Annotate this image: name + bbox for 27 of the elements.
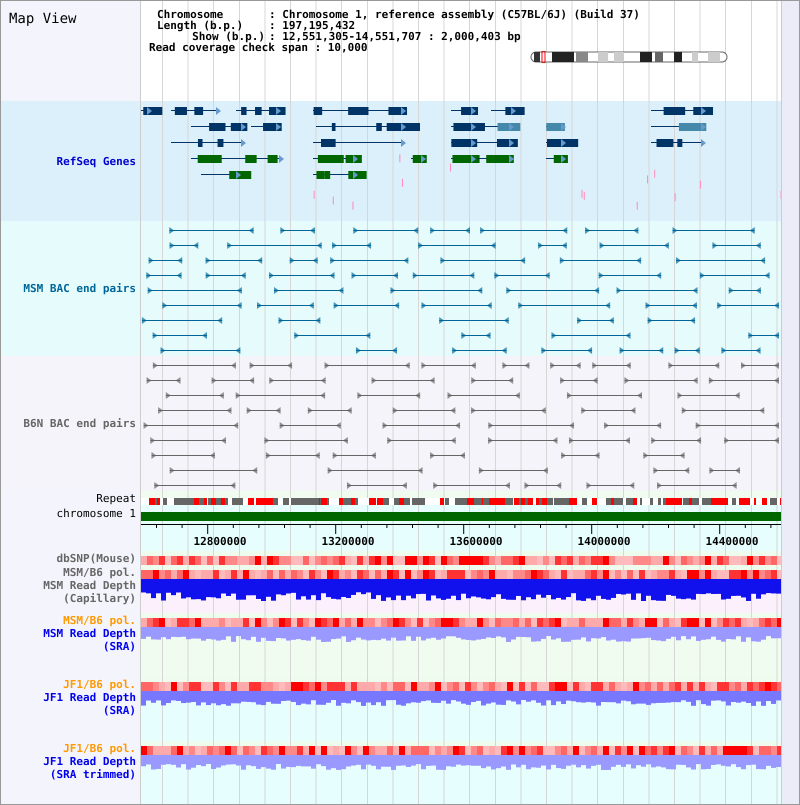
info-label: Chromosome: [157, 9, 224, 20]
track-label: JF1/B6 pol.: [63, 678, 136, 690]
track-label: dbSNP(Mouse): [56, 552, 136, 564]
track-label: RefSeq Genes: [56, 154, 136, 168]
track-label: B6N BAC end pairs: [23, 417, 136, 430]
track-label: MSM Read Depth (SRA): [43, 627, 136, 653]
track-label: JF1 Read Depth (SRA): [43, 691, 136, 717]
view-title: Map View: [8, 10, 76, 27]
track-label: MSM Read Depth (Capillary): [43, 579, 136, 605]
track-label: MSM/B6 pol.: [63, 614, 136, 626]
info-value: : Chromosome 1, reference assembly (C57BL/6J) (Build 37): [269, 9, 641, 20]
track-label: JF1/B6 pol.: [63, 742, 136, 754]
axis-tick-label: 12800000: [194, 535, 246, 548]
track-label: chromosome 1: [56, 506, 136, 520]
coverage-span-text: Read coverage check span : 10,000: [149, 42, 368, 53]
track-label: Repeat: [96, 492, 136, 504]
info-value: : 197,195,432: [269, 20, 356, 31]
track-label: JF1 Read Depth (SRA trimmed): [43, 755, 136, 781]
info-label: Length (b.p.): [157, 20, 244, 31]
track-label: MSM/B6 pol.: [63, 566, 136, 578]
axis-tick-label: 13600000: [450, 535, 502, 548]
info-value: : 12,551,305-14,551,707 : 2,000,403 bp: [269, 31, 522, 42]
axis-tick-label: 14400000: [706, 535, 758, 548]
axis-tick-label: 14000000: [578, 535, 630, 548]
axis-tick-label: 13200000: [322, 535, 374, 548]
info-label: Show (b.p.): [192, 31, 265, 42]
track-label: MSM BAC end pairs: [23, 282, 136, 295]
